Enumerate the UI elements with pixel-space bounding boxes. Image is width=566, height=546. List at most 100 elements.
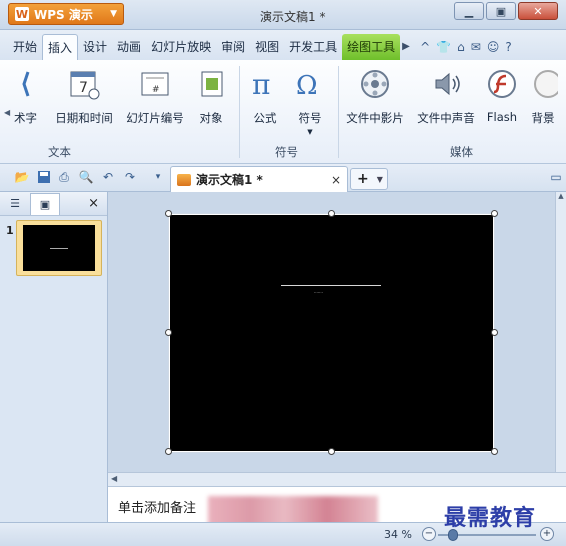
slide-thumbnail[interactable] xyxy=(16,220,102,276)
scroll-up-icon[interactable]: ▲ xyxy=(556,192,566,200)
help-icon[interactable]: ? xyxy=(505,40,511,54)
window-title: 演示文稿1 * xyxy=(260,10,326,24)
home-icon[interactable]: ⌂ xyxy=(457,40,465,54)
background-button[interactable]: 背景 xyxy=(528,66,558,126)
gift-icon[interactable]: ✉ xyxy=(471,40,481,54)
resize-handle[interactable] xyxy=(165,210,172,217)
scroll-left-icon[interactable]: ◀ xyxy=(111,474,117,483)
object-button[interactable]: 对象 xyxy=(196,66,226,126)
ribbon-panel: ◀ 术字 7 日期和时间 # 幻灯片编号 对象 文本 π 公式 Ω 符号 ▼ 符… xyxy=(0,60,566,164)
slide-text-small: ······· xyxy=(314,290,323,295)
flash-icon xyxy=(486,66,518,102)
resize-handle[interactable] xyxy=(491,329,498,336)
title-bar: W WPS 演示 ▼ 演示文稿1 * ▁ ▣ ✕ xyxy=(0,0,566,30)
tab-insert[interactable]: 插入 xyxy=(42,34,79,60)
tab-developer[interactable]: 开发工具 xyxy=(284,34,342,60)
user-icon[interactable]: ☺ xyxy=(487,40,500,54)
slide[interactable]: ······· xyxy=(168,213,495,453)
shirt-icon[interactable]: 👕 xyxy=(436,40,451,54)
tab-view[interactable]: 视图 xyxy=(250,34,284,60)
vertical-scrollbar[interactable]: ▲ xyxy=(555,192,566,472)
tab-animation[interactable]: 动画 xyxy=(112,34,146,60)
chevron-down-icon: ▼ xyxy=(307,128,313,136)
chevron-down-icon: ▼ xyxy=(110,9,117,19)
ribbon-scroll-left-icon[interactable]: ◀ xyxy=(4,108,10,117)
presentation-file-icon xyxy=(177,173,191,186)
quick-access-bar: 📂 ⎙ 🔍 ↶ ↷ ▾ 演示文稿1 * × + ▼ ▭ xyxy=(0,164,566,192)
svg-text:Ω: Ω xyxy=(296,71,318,100)
notes-placeholder: 单击添加备注 xyxy=(118,501,197,516)
zoom-in-button[interactable]: + xyxy=(540,527,554,541)
new-tab-button[interactable]: + ▼ xyxy=(350,168,388,190)
wps-app-menu-button[interactable]: W WPS 演示 ▼ xyxy=(8,3,124,25)
tab-review[interactable]: 审阅 xyxy=(216,34,250,60)
group-label-symbol: 符号 xyxy=(275,145,298,159)
speaker-icon xyxy=(415,66,477,102)
omega-icon: Ω xyxy=(293,66,327,102)
slide-panel: ☰ ▣ × 1 xyxy=(0,192,108,522)
slide-text-underline xyxy=(281,285,381,286)
calendar-icon: 7 xyxy=(53,66,115,102)
slide-number-button[interactable]: # 幻灯片编号 xyxy=(124,66,186,126)
resize-handle[interactable] xyxy=(328,448,335,455)
chevron-down-icon: ▼ xyxy=(376,174,383,184)
background-icon xyxy=(528,66,558,102)
resize-handle[interactable] xyxy=(491,448,498,455)
close-tab-icon[interactable]: × xyxy=(331,173,341,187)
date-time-button[interactable]: 7 日期和时间 xyxy=(53,66,115,126)
customize-toolbar-icon[interactable]: ▾ xyxy=(150,169,166,185)
svg-text:#: # xyxy=(152,85,160,95)
thumbnail-line xyxy=(50,247,68,249)
movie-icon xyxy=(344,66,406,102)
slide-panel-header: ☰ ▣ × xyxy=(0,192,107,216)
document-tab-label: 演示文稿1 * xyxy=(196,173,263,187)
slide-thumbnail-image xyxy=(23,225,95,271)
outline-view-tab[interactable]: ☰ xyxy=(0,193,30,215)
ribbon-separator xyxy=(338,66,339,158)
zoom-level: 34 % xyxy=(384,528,412,541)
minimize-button[interactable]: ▁ xyxy=(454,2,484,20)
tab-slideshow[interactable]: 幻灯片放映 xyxy=(146,34,216,60)
tab-scroll-right-icon[interactable]: ▶ xyxy=(402,34,412,60)
resize-handle[interactable] xyxy=(491,210,498,217)
caret-up-icon[interactable]: ^ xyxy=(420,40,430,54)
slide-number-label: 1 xyxy=(6,224,14,237)
svg-text:π: π xyxy=(252,68,270,100)
maximize-button[interactable]: ▣ xyxy=(486,2,516,20)
resize-handle[interactable] xyxy=(328,210,335,217)
wps-logo-icon: W xyxy=(15,7,29,21)
insert-flash-button[interactable]: Flash xyxy=(486,66,518,124)
window-layout-icon[interactable]: ▭ xyxy=(548,169,564,185)
undo-icon[interactable]: ↶ xyxy=(100,169,116,185)
print-icon[interactable]: ⎙ xyxy=(56,169,72,185)
plus-icon: + xyxy=(357,171,369,187)
resize-handle[interactable] xyxy=(165,329,172,336)
svg-text:7: 7 xyxy=(79,80,88,96)
symbol-button[interactable]: Ω 符号 ▼ xyxy=(293,66,327,136)
ribbon-separator xyxy=(239,66,240,158)
horizontal-scrollbar[interactable]: ◀ xyxy=(108,472,566,486)
save-icon[interactable] xyxy=(36,169,52,185)
group-label-text: 文本 xyxy=(48,145,71,159)
insert-movie-button[interactable]: 文件中影片 xyxy=(344,66,406,126)
tab-home[interactable]: 开始 xyxy=(8,34,42,60)
resize-handle[interactable] xyxy=(165,448,172,455)
wordart-button[interactable]: 术字 xyxy=(14,66,37,126)
insert-sound-button[interactable]: 文件中声音 xyxy=(415,66,477,126)
object-icon xyxy=(196,66,226,102)
redo-icon[interactable]: ↷ xyxy=(122,169,138,185)
slides-view-tab[interactable]: ▣ xyxy=(30,192,60,215)
tab-design[interactable]: 设计 xyxy=(78,34,112,60)
zoom-out-button[interactable]: − xyxy=(422,527,436,541)
ribbon-tab-row: 开始 插入 设计 动画 幻灯片放映 审阅 视图 开发工具 绘图工具 ▶ ^ 👕 … xyxy=(0,30,566,60)
close-panel-icon[interactable]: × xyxy=(88,196,99,211)
close-window-button[interactable]: ✕ xyxy=(518,2,558,20)
tab-drawing-tools[interactable]: 绘图工具 xyxy=(342,34,401,60)
group-label-media: 媒体 xyxy=(450,145,473,159)
print-preview-icon[interactable]: 🔍 xyxy=(78,169,94,185)
slide-canvas: ······· xyxy=(108,192,555,472)
open-folder-icon[interactable]: 📂 xyxy=(14,169,30,185)
app-brand-label: WPS 演示 xyxy=(34,7,93,22)
formula-button[interactable]: π 公式 xyxy=(250,66,280,126)
document-tab[interactable]: 演示文稿1 * × xyxy=(170,166,348,192)
